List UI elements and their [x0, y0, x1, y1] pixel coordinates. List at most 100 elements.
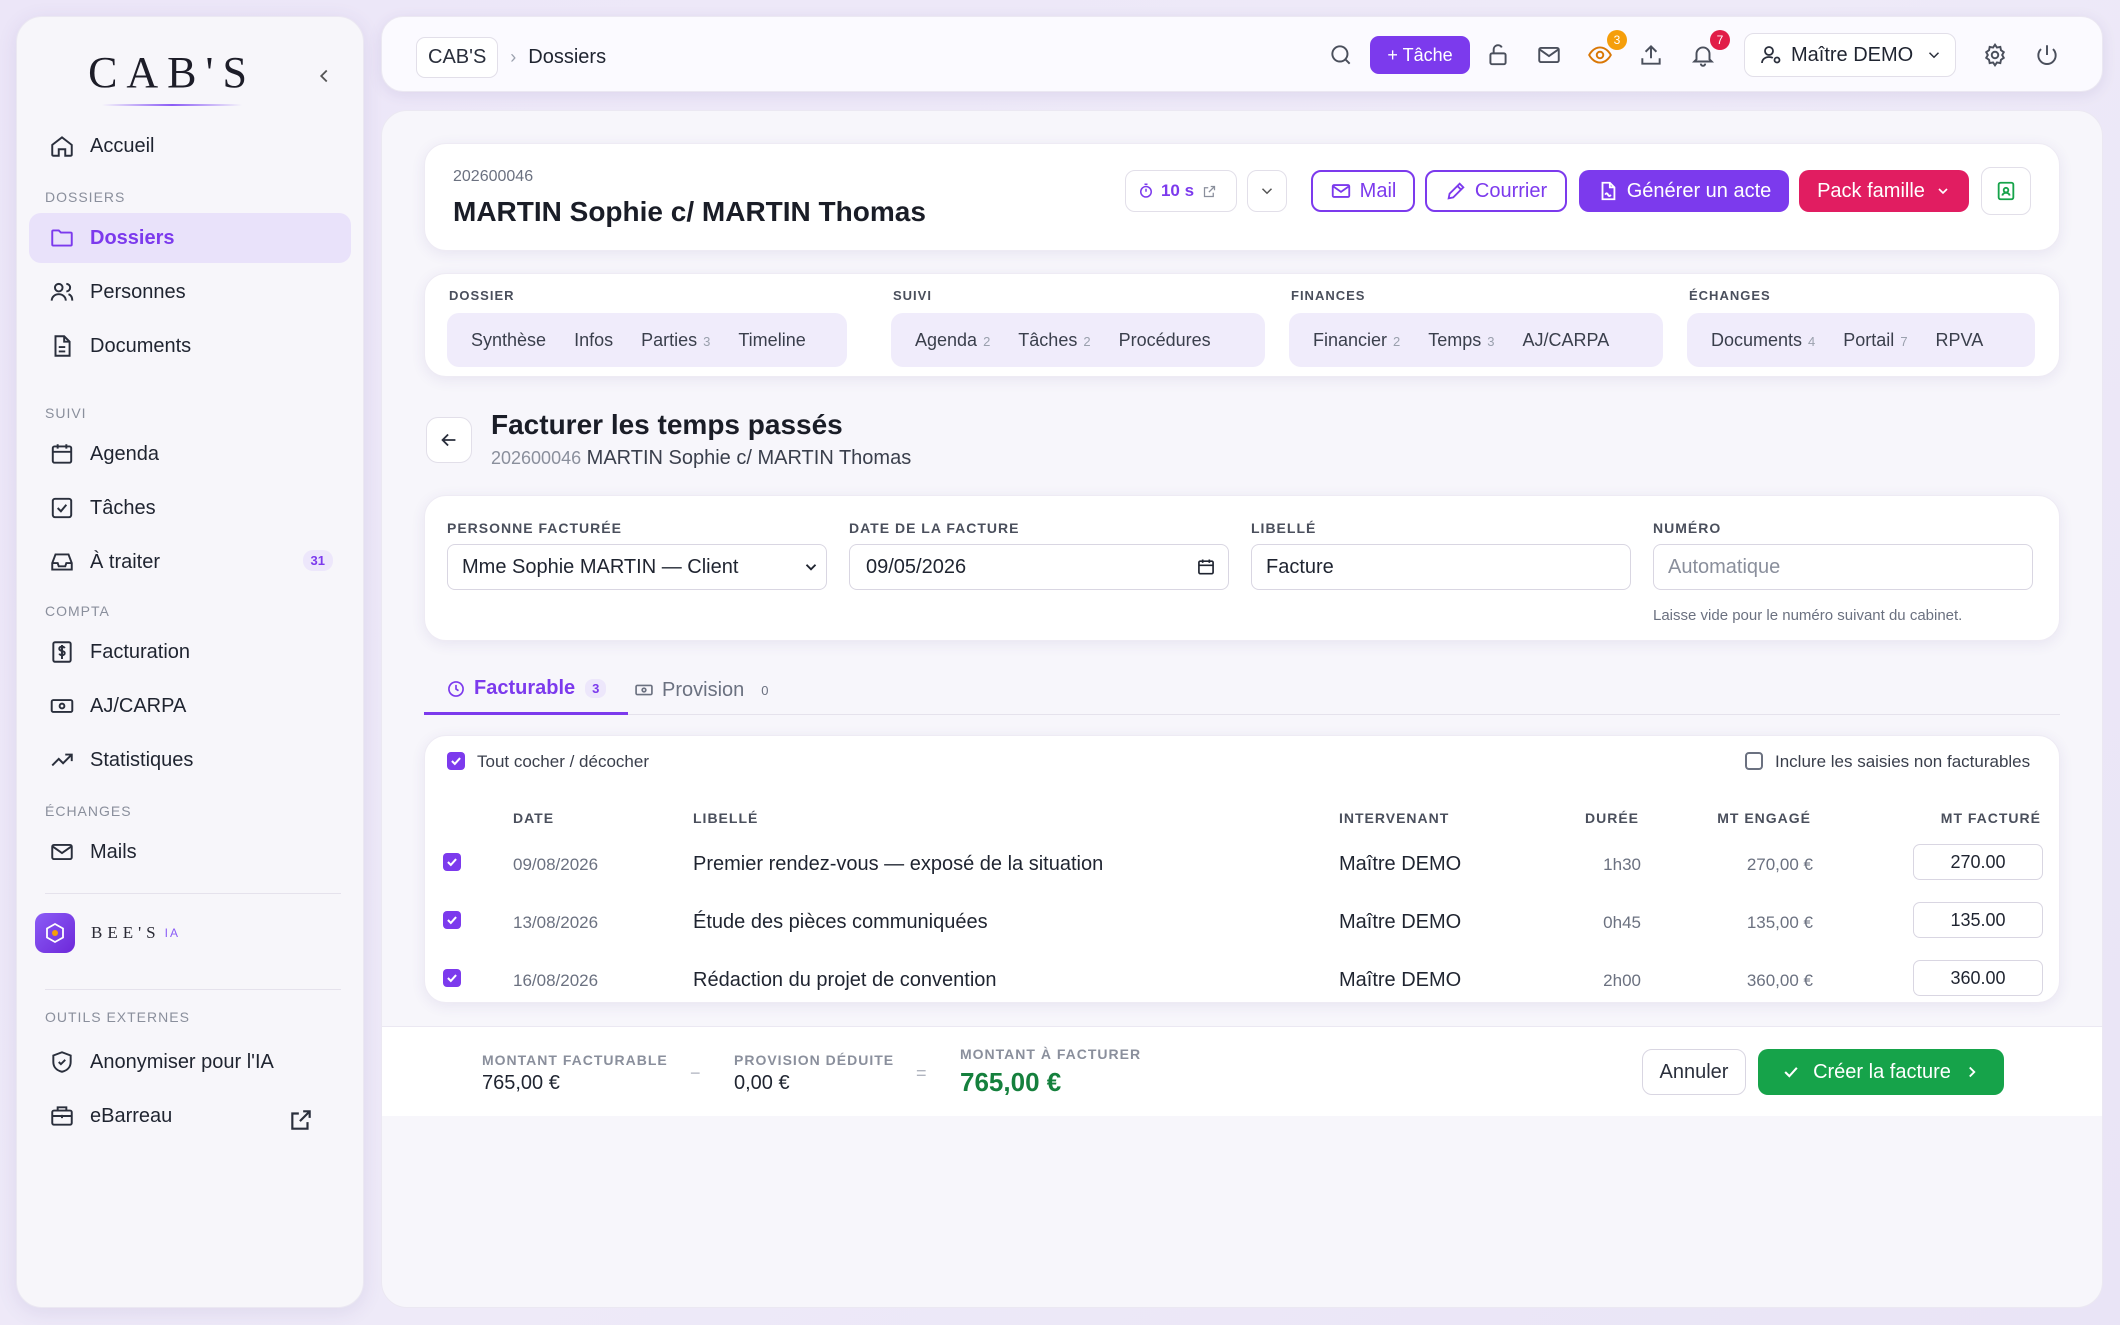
- row-checkbox[interactable]: [443, 969, 461, 987]
- gear-icon[interactable]: [1982, 42, 2008, 68]
- mail-icon[interactable]: [1536, 42, 1562, 68]
- sidebar-item-personnes[interactable]: Personnes: [29, 267, 351, 317]
- sidebar-item-dossiers[interactable]: Dossiers: [29, 213, 351, 263]
- back-button[interactable]: [426, 417, 472, 463]
- search-icon[interactable]: [1328, 42, 1354, 68]
- libelle-input[interactable]: Facture: [1251, 544, 1631, 590]
- row-mt-facture-input[interactable]: 270.00: [1913, 844, 2043, 880]
- select-all-label: Tout cocher / décocher: [477, 752, 649, 771]
- eye-icon[interactable]: 3: [1587, 30, 1627, 68]
- timer-button[interactable]: 10 s: [1125, 170, 1237, 212]
- tab-synthese[interactable]: Synthèse: [457, 330, 560, 351]
- select-all-checkbox[interactable]: [447, 752, 465, 770]
- sidebar-item-documents[interactable]: Documents: [29, 321, 351, 371]
- mail-button[interactable]: Mail: [1311, 170, 1415, 212]
- sidebar-item-ebarreau[interactable]: eBarreau: [29, 1091, 351, 1141]
- tab-temps[interactable]: Temps 3: [1414, 330, 1508, 351]
- sidebar-section-dossiers: DOSSIERS: [45, 189, 126, 205]
- tab-facturable[interactable]: Facturable 3: [424, 665, 629, 715]
- unlock-icon[interactable]: [1485, 42, 1511, 68]
- row-mt-engage: 270,00 €: [1746, 855, 1813, 874]
- tab-financier[interactable]: Financier 2: [1299, 330, 1414, 351]
- row-intervenant: Maître DEMO: [1339, 911, 1462, 933]
- tab-documents[interactable]: Documents 4: [1697, 330, 1829, 351]
- tab-parties[interactable]: Parties 3: [627, 330, 724, 351]
- row-mt-facture-input[interactable]: 135.00: [1913, 902, 2043, 938]
- courrier-button[interactable]: Courrier: [1425, 170, 1567, 212]
- user-menu-button[interactable]: Maître DEMO: [1744, 33, 1956, 77]
- date-input[interactable]: 09/05/2026: [849, 544, 1229, 590]
- tab-portail[interactable]: Portail 7: [1829, 330, 1921, 351]
- bell-icon[interactable]: 7: [1690, 30, 1730, 68]
- shield-icon: [49, 1049, 75, 1075]
- tab-aj-carpa[interactable]: AJ/CARPA: [1509, 330, 1624, 351]
- chevron-left-icon[interactable]: [313, 65, 335, 87]
- tab-label: RPVA: [1935, 329, 1984, 350]
- breadcrumb: CAB'S › Dossiers: [416, 37, 606, 78]
- tab-label: Parties: [641, 329, 698, 350]
- upload-icon[interactable]: [1638, 42, 1664, 68]
- bees-ia-logo[interactable]: BEE'S IA: [35, 913, 180, 953]
- tab-label: Tâches: [1018, 329, 1078, 350]
- table-row[interactable]: 16/08/2026 Rédaction du projet de conven…: [425, 951, 2061, 1009]
- tab-provision[interactable]: Provision 0: [634, 665, 776, 715]
- row-checkbox[interactable]: [443, 911, 461, 929]
- calendar-icon: [49, 441, 75, 467]
- row-checkbox[interactable]: [443, 853, 461, 871]
- tab-label: AJ/CARPA: [1522, 329, 1610, 350]
- group-label: FINANCES: [1291, 288, 1366, 303]
- provision-value: 0,00 €: [734, 1072, 790, 1094]
- row-mt-facture-input[interactable]: 360.00: [1913, 960, 2043, 996]
- pack-famille-button[interactable]: Pack famille: [1799, 170, 1969, 212]
- table-row[interactable]: 13/08/2026 Étude des pièces communiquées…: [425, 893, 2061, 951]
- sidebar-item-aj-carpa[interactable]: AJ/CARPA: [29, 681, 351, 731]
- app-logo[interactable]: CAB'S: [17, 47, 327, 106]
- column-header-mt-facture: MT FACTURÉ: [1940, 810, 2041, 826]
- sidebar-item-a-traiter[interactable]: À traiter 31: [29, 537, 351, 587]
- sidebar-item-label: Anonymiser pour l'IA: [90, 1050, 274, 1073]
- tab-count: 7: [1900, 333, 1908, 349]
- table-row[interactable]: 09/08/2026 Premier rendez-vous — exposé …: [425, 835, 2061, 893]
- power-icon[interactable]: [2034, 42, 2060, 68]
- sidebar-item-facturation[interactable]: Facturation: [29, 627, 351, 677]
- breadcrumb-home[interactable]: CAB'S: [416, 37, 499, 78]
- dossier-number: 202600046: [491, 448, 582, 468]
- tab-taches[interactable]: Tâches 2: [1004, 330, 1104, 351]
- timer-value: 10 s: [1160, 181, 1195, 200]
- new-task-button[interactable]: + Tâche: [1370, 36, 1470, 74]
- group-label: ÉCHANGES: [1689, 288, 1771, 303]
- save-contact-button[interactable]: [1981, 167, 2031, 215]
- sidebar-item-accueil[interactable]: Accueil: [29, 121, 351, 171]
- tab-agenda[interactable]: Agenda 2: [901, 330, 1004, 351]
- tab-label: Procédures: [1118, 329, 1211, 350]
- include-nonbillable-checkbox[interactable]: [1745, 752, 1763, 770]
- tab-count: 3: [1487, 333, 1495, 349]
- cancel-button[interactable]: Annuler: [1642, 1049, 1746, 1095]
- person-select[interactable]: Mme Sophie MARTIN — Client: [447, 544, 827, 590]
- sidebar-item-anonymiser[interactable]: Anonymiser pour l'IA: [29, 1037, 351, 1087]
- tab-rpva[interactable]: RPVA: [1922, 330, 1998, 351]
- row-duree: 2h00: [1603, 971, 1641, 990]
- provision-label: PROVISION DÉDUITE: [734, 1052, 895, 1068]
- column-header-intervenant: INTERVENANT: [1339, 810, 1450, 826]
- breadcrumb-current[interactable]: Dossiers: [528, 46, 606, 69]
- numero-input[interactable]: Automatique: [1653, 544, 2033, 590]
- bees-suffix: IA: [164, 926, 180, 940]
- tab-timeline[interactable]: Timeline: [724, 330, 819, 351]
- sidebar-item-taches[interactable]: Tâches: [29, 483, 351, 533]
- invoice-form: PERSONNE FACTURÉE Mme Sophie MARTIN — Cl…: [424, 495, 2060, 641]
- document-icon: [49, 333, 75, 359]
- sidebar-item-mails[interactable]: Mails: [29, 827, 351, 877]
- sidebar-item-label: Tâches: [90, 496, 156, 519]
- tab-infos[interactable]: Infos: [560, 330, 627, 351]
- generate-act-button[interactable]: Générer un acte: [1579, 170, 1789, 212]
- count-badge: 31: [302, 550, 333, 571]
- tab-procedures[interactable]: Procédures: [1105, 330, 1225, 351]
- sidebar-item-label: Documents: [90, 334, 192, 357]
- external-link-icon: [1202, 184, 1217, 199]
- timer-dropdown-button[interactable]: [1247, 170, 1287, 212]
- sidebar-item-label: eBarreau: [90, 1104, 173, 1127]
- create-invoice-button[interactable]: Créer la facture: [1758, 1049, 2004, 1095]
- sidebar-item-statistiques[interactable]: Statistiques: [29, 735, 351, 785]
- sidebar-item-agenda[interactable]: Agenda: [29, 429, 351, 479]
